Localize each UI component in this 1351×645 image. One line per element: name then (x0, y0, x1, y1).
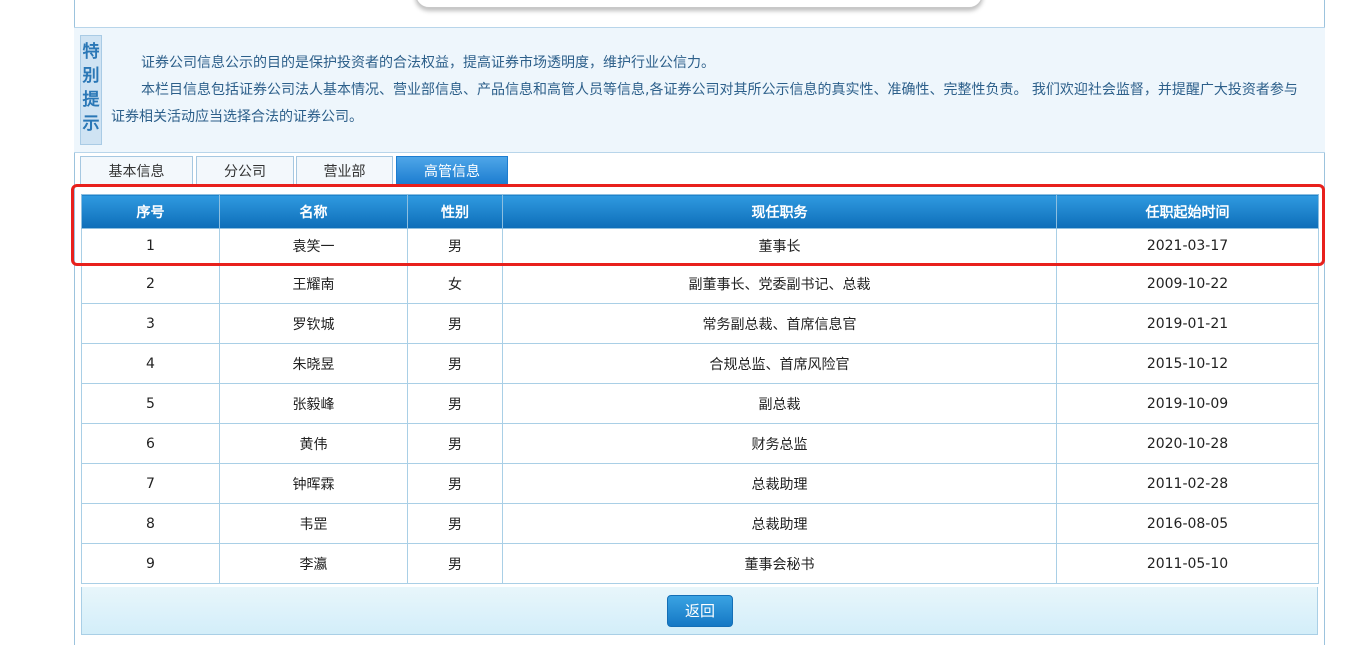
cell-name: 钟晖霖 (219, 463, 408, 504)
table-footer: 返回 (81, 587, 1318, 635)
cell-index: 9 (81, 543, 220, 584)
cell-index: 6 (81, 423, 220, 464)
cell-start-date: 2019-01-21 (1056, 303, 1319, 344)
notice-panel: 特 别 提 示 证券公司信息公示的目的是保护投资者的合法权益，提高证券市场透明度… (74, 27, 1325, 153)
cell-gender: 男 (407, 503, 503, 544)
cell-position: 总裁助理 (502, 463, 1057, 504)
executive-table: 序号 名称 性别 现任职务 任职起始时间 1 袁笑一男董事长 2021-03-17 2… (81, 194, 1319, 584)
cell-index: 3 (81, 303, 220, 344)
cell-start-date: 2011-05-10 (1056, 543, 1319, 584)
cell-gender: 男 (407, 383, 503, 424)
cell-position: 常务副总裁、首席信息官 (502, 303, 1057, 344)
table-row: 5 张毅峰男副总裁 2019-10-09 (81, 383, 1319, 424)
notice-badge-char: 特 (82, 42, 100, 62)
cell-index: 4 (81, 343, 220, 384)
cell-name: 李瀛 (219, 543, 408, 584)
cell-gender: 男 (407, 463, 503, 504)
header-name: 名称 (219, 194, 408, 229)
notice-badge: 特 别 提 示 (80, 35, 102, 145)
cell-name: 韦罡 (219, 503, 408, 544)
notice-badge-char: 示 (82, 114, 100, 134)
notice-badge-char: 别 (82, 66, 100, 86)
cell-position: 董事长 (502, 228, 1057, 264)
cell-gender: 男 (407, 303, 503, 344)
table-row: 9 李瀛男董事会秘书 2011-05-10 (81, 543, 1319, 584)
cell-gender: 男 (407, 423, 503, 464)
cell-index: 5 (81, 383, 220, 424)
cell-position: 总裁助理 (502, 503, 1057, 544)
cell-gender: 男 (407, 343, 503, 384)
table-row: 1 袁笑一男董事长 2021-03-17 (81, 228, 1319, 264)
table-row: 7 钟晖霖男总裁助理 2011-02-28 (81, 463, 1319, 504)
notice-badge-char: 提 (82, 90, 100, 110)
notice-line-2: 本栏目信息包括证券公司法人基本情况、营业部信息、产品信息和高管人员等信息,各证券… (111, 82, 1298, 125)
cell-name: 罗钦城 (219, 303, 408, 344)
cell-gender: 男 (407, 543, 503, 584)
cell-position: 副董事长、党委副书记、总裁 (502, 263, 1057, 304)
table-row: 2 王耀南女副董事长、党委副书记、总裁 2009-10-22 (81, 263, 1319, 304)
header-position: 现任职务 (502, 194, 1057, 229)
cell-name: 袁笑一 (219, 228, 408, 264)
table-row: 4 朱晓昱男合规总监、首席风险官 2015-10-12 (81, 343, 1319, 384)
tab-executive-info[interactable]: 高管信息 (396, 156, 508, 184)
cell-name: 朱晓昱 (219, 343, 408, 384)
header-gender: 性别 (407, 194, 503, 229)
table-row: 3 罗钦城男常务副总裁、首席信息官 2019-01-21 (81, 303, 1319, 344)
cell-name: 黄伟 (219, 423, 408, 464)
cell-start-date: 2021-03-17 (1056, 228, 1319, 264)
cell-gender: 男 (407, 228, 503, 264)
back-button[interactable]: 返回 (667, 595, 733, 627)
table-row: 6 黄伟男财务总监 2020-10-28 (81, 423, 1319, 464)
cell-start-date: 2015-10-12 (1056, 343, 1319, 384)
table-row: 8 韦罡男总裁助理 2016-08-05 (81, 503, 1319, 544)
cell-index: 1 (81, 228, 220, 264)
cell-start-date: 2019-10-09 (1056, 383, 1319, 424)
cell-position: 合规总监、首席风险官 (502, 343, 1057, 384)
tab-branch-company[interactable]: 分公司 (196, 156, 294, 184)
tab-sales-office[interactable]: 营业部 (296, 156, 393, 184)
cell-index: 7 (81, 463, 220, 504)
cell-position: 董事会秘书 (502, 543, 1057, 584)
cell-name: 张毅峰 (219, 383, 408, 424)
notice-line-1: 证券公司信息公示的目的是保护投资者的合法权益，提高证券市场透明度，维护行业公信力… (141, 55, 715, 71)
cell-index: 8 (81, 503, 220, 544)
header-start-date: 任职起始时间 (1056, 194, 1319, 229)
cell-gender: 女 (407, 263, 503, 304)
notice-text: 证券公司信息公示的目的是保护投资者的合法权益，提高证券市场透明度，维护行业公信力… (111, 50, 1311, 131)
cell-start-date: 2009-10-22 (1056, 263, 1319, 304)
top-search-box (415, 0, 983, 8)
tab-basic-info[interactable]: 基本信息 (80, 156, 193, 184)
cell-position: 副总裁 (502, 383, 1057, 424)
cell-index: 2 (81, 263, 220, 304)
cell-start-date: 2016-08-05 (1056, 503, 1319, 544)
cell-start-date: 2011-02-28 (1056, 463, 1319, 504)
cell-name: 王耀南 (219, 263, 408, 304)
header-index: 序号 (81, 194, 220, 229)
cell-position: 财务总监 (502, 423, 1057, 464)
table-header-row: 序号 名称 性别 现任职务 任职起始时间 (81, 194, 1319, 229)
cell-start-date: 2020-10-28 (1056, 423, 1319, 464)
